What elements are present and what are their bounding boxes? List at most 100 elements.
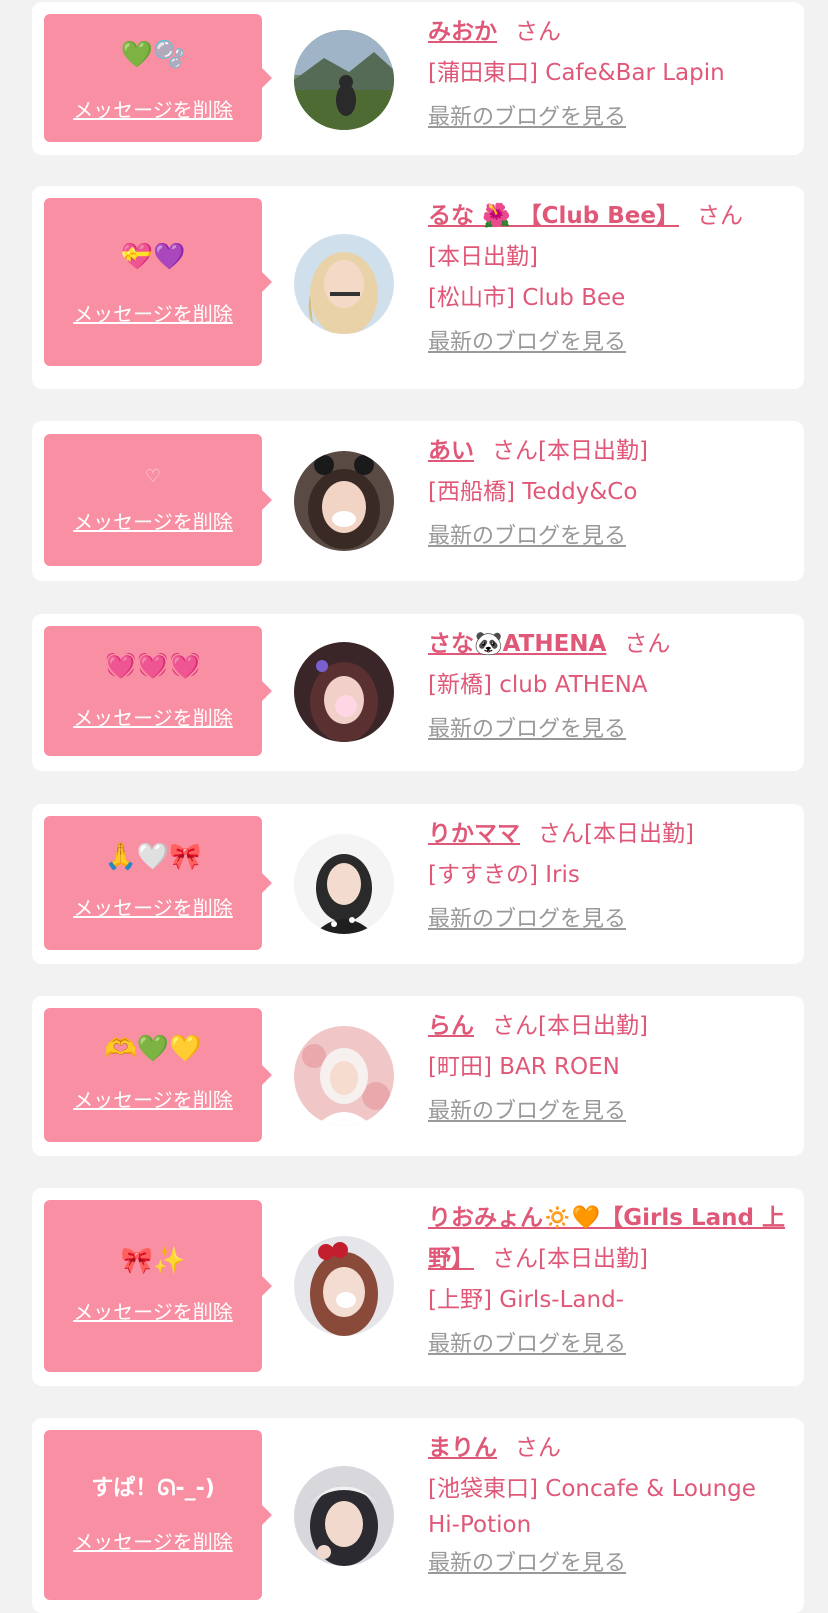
- shop-line: [松山市] Club Bee: [428, 285, 626, 311]
- latest-blog-link[interactable]: 最新のブログを見る: [428, 1548, 792, 1580]
- name-line: りかママ さん[本日出勤]: [428, 814, 792, 855]
- avatar-image: [294, 642, 394, 742]
- message-bubble: すぱ！ᘏ-_-) メッセージを削除: [44, 1430, 272, 1600]
- honorific: さん: [538, 821, 584, 847]
- latest-blog-link[interactable]: 最新のブログを見る: [428, 521, 792, 553]
- attendance-status: [本日出勤]: [538, 1013, 648, 1039]
- cast-info: るな 🌺 【Club Bee】 さん [本日出勤] [松山市] Club Bee …: [428, 196, 792, 359]
- latest-blog-link[interactable]: 最新のブログを見る: [428, 904, 792, 936]
- shop-line: [西船橋] Teddy&Co: [428, 479, 638, 505]
- bubble-message-text: 🙏🤍🎀: [104, 842, 202, 872]
- avatar-image: [294, 234, 394, 334]
- name-line: らん さん[本日出勤]: [428, 1006, 792, 1047]
- avatar-image: [294, 834, 394, 934]
- message-card: 🎀✨ メッセージを削除 りおみょん🔅🧡【Girls Land 上野】 さん[本日出…: [32, 1188, 804, 1386]
- cast-name-link[interactable]: まりん: [428, 1435, 497, 1461]
- message-bubble: 🎀✨ メッセージを削除: [44, 1200, 272, 1372]
- cast-info: あい さん[本日出勤] [西船橋] Teddy&Co 最新のブログを見る: [428, 431, 792, 553]
- latest-blog-link[interactable]: 最新のブログを見る: [428, 1096, 792, 1128]
- honorific: さん: [492, 1013, 538, 1039]
- name-line: さな🐼ATHENA さん: [428, 624, 792, 665]
- message-card: 💓💓💓 メッセージを削除 さな🐼ATHENA さん [新橋] club ATHEN…: [32, 614, 804, 771]
- shop-line: [新橋] club ATHENA: [428, 672, 648, 698]
- attendance-status: [本日出勤]: [538, 438, 648, 464]
- message-card: すぱ！ᘏ-_-) メッセージを削除 まりん さん [池袋東口] Concafe &…: [32, 1418, 804, 1613]
- shop-line: [蒲田東口] Cafe&Bar Lapin: [428, 60, 725, 86]
- honorific: さん: [515, 1435, 561, 1461]
- shop-line: [上野] Girls-Land-: [428, 1287, 624, 1313]
- status-line: [本日出勤]: [428, 244, 538, 270]
- latest-blog-link[interactable]: 最新のブログを見る: [428, 714, 792, 746]
- avatar-image: [294, 1466, 394, 1566]
- name-line: あい さん[本日出勤]: [428, 431, 792, 472]
- latest-blog-link[interactable]: 最新のブログを見る: [428, 327, 792, 359]
- bubble-message-text: 💝💜: [120, 242, 186, 272]
- cast-name-link[interactable]: みおか: [428, 19, 497, 45]
- message-bubble: 🙏🤍🎀 メッセージを削除: [44, 816, 272, 950]
- latest-blog-link[interactable]: 最新のブログを見る: [428, 1329, 792, 1361]
- bubble-message-text: 💓💓💓: [104, 650, 202, 680]
- delete-message-link[interactable]: メッセージを削除: [44, 896, 262, 920]
- delete-message-link[interactable]: メッセージを削除: [44, 1530, 262, 1554]
- avatar[interactable]: [294, 1236, 394, 1336]
- honorific: さん: [492, 438, 538, 464]
- avatar[interactable]: [294, 234, 394, 334]
- honorific: さん: [697, 203, 743, 229]
- message-bubble: 💓💓💓 メッセージを削除: [44, 626, 272, 756]
- shop-line: [池袋東口] Concafe & Lounge: [428, 1476, 756, 1502]
- cast-name-link[interactable]: らん: [428, 1013, 474, 1039]
- cast-name-link[interactable]: あい: [428, 438, 474, 464]
- shop-line: [すすきの] Iris: [428, 862, 580, 888]
- bubble-message-text: 🫶💚💛: [104, 1034, 202, 1064]
- message-card: ♡ メッセージを削除 あい さん[本日出勤] [西船橋] Teddy&Co 最新の…: [32, 421, 804, 581]
- bubble-message-text: すぱ！ᘏ-_-): [91, 1476, 215, 1501]
- avatar-image: [294, 1026, 394, 1126]
- message-list: 💚🫧 メッセージを削除 みおか さん [蒲田東口] Cafe&Bar Lapin …: [0, 0, 828, 1613]
- avatar[interactable]: [294, 451, 394, 551]
- message-card: 🙏🤍🎀 メッセージを削除 りかママ さん[本日出勤] [すすきの] Iris 最新…: [32, 804, 804, 964]
- cast-info: さな🐼ATHENA さん [新橋] club ATHENA 最新のブログを見る: [428, 624, 792, 746]
- delete-message-link[interactable]: メッセージを削除: [44, 510, 262, 534]
- attendance-status: [本日出勤]: [538, 1246, 648, 1272]
- delete-message-link[interactable]: メッセージを削除: [44, 98, 262, 122]
- avatar[interactable]: [294, 1026, 394, 1126]
- cast-name-link[interactable]: りかママ: [428, 821, 520, 847]
- avatar-image: [294, 1236, 394, 1336]
- honorific: さん: [624, 631, 671, 657]
- delete-message-link[interactable]: メッセージを削除: [44, 706, 262, 730]
- cast-info: みおか さん [蒲田東口] Cafe&Bar Lapin 最新のブログを見る: [428, 12, 792, 134]
- latest-blog-link[interactable]: 最新のブログを見る: [428, 102, 792, 134]
- avatar[interactable]: [294, 1466, 394, 1566]
- cast-name-link[interactable]: さな🐼ATHENA: [428, 631, 606, 657]
- honorific: さん: [515, 19, 561, 45]
- cast-info: まりん さん [池袋東口] Concafe & Lounge Hi-Potion …: [428, 1428, 792, 1580]
- message-card: 🫶💚💛 メッセージを削除 らん さん[本日出勤] [町田] BAR ROEN 最新…: [32, 996, 804, 1156]
- cast-name-link[interactable]: るな 🌺 【Club Bee】: [428, 203, 679, 229]
- name-line: るな 🌺 【Club Bee】 さん: [428, 196, 792, 237]
- message-bubble: 💚🫧 メッセージを削除: [44, 14, 272, 142]
- shop-line-continued: Hi-Potion: [428, 1512, 532, 1538]
- name-line: みおか さん: [428, 12, 792, 53]
- honorific: さん: [492, 1246, 538, 1272]
- message-card: 💝💜 メッセージを削除 るな 🌺 【Club Bee】 さん [本日出勤] [松山…: [32, 186, 804, 389]
- message-bubble: 🫶💚💛 メッセージを削除: [44, 1008, 272, 1142]
- delete-message-link[interactable]: メッセージを削除: [44, 1300, 262, 1324]
- message-bubble: ♡ メッセージを削除: [44, 434, 272, 566]
- attendance-status: [本日出勤]: [584, 821, 694, 847]
- message-bubble: 💝💜 メッセージを削除: [44, 198, 272, 366]
- cast-info: らん さん[本日出勤] [町田] BAR ROEN 最新のブログを見る: [428, 1006, 792, 1128]
- delete-message-link[interactable]: メッセージを削除: [44, 1088, 262, 1112]
- avatar-image: [294, 451, 394, 551]
- avatar[interactable]: [294, 834, 394, 934]
- name-line: りおみょん🔅🧡【Girls Land 上野】 さん[本日出勤]: [428, 1198, 792, 1280]
- avatar[interactable]: [294, 30, 394, 130]
- bubble-message-text: ♡: [144, 466, 162, 487]
- cast-info: りおみょん🔅🧡【Girls Land 上野】 さん[本日出勤] [上野] Girl…: [428, 1198, 792, 1361]
- avatar-image: [294, 30, 394, 130]
- delete-message-link[interactable]: メッセージを削除: [44, 302, 262, 326]
- bubble-message-text: 🎀✨: [120, 1246, 186, 1276]
- avatar[interactable]: [294, 642, 394, 742]
- shop-line: [町田] BAR ROEN: [428, 1054, 620, 1080]
- bubble-message-text: 💚🫧: [120, 40, 186, 70]
- cast-info: りかママ さん[本日出勤] [すすきの] Iris 最新のブログを見る: [428, 814, 792, 936]
